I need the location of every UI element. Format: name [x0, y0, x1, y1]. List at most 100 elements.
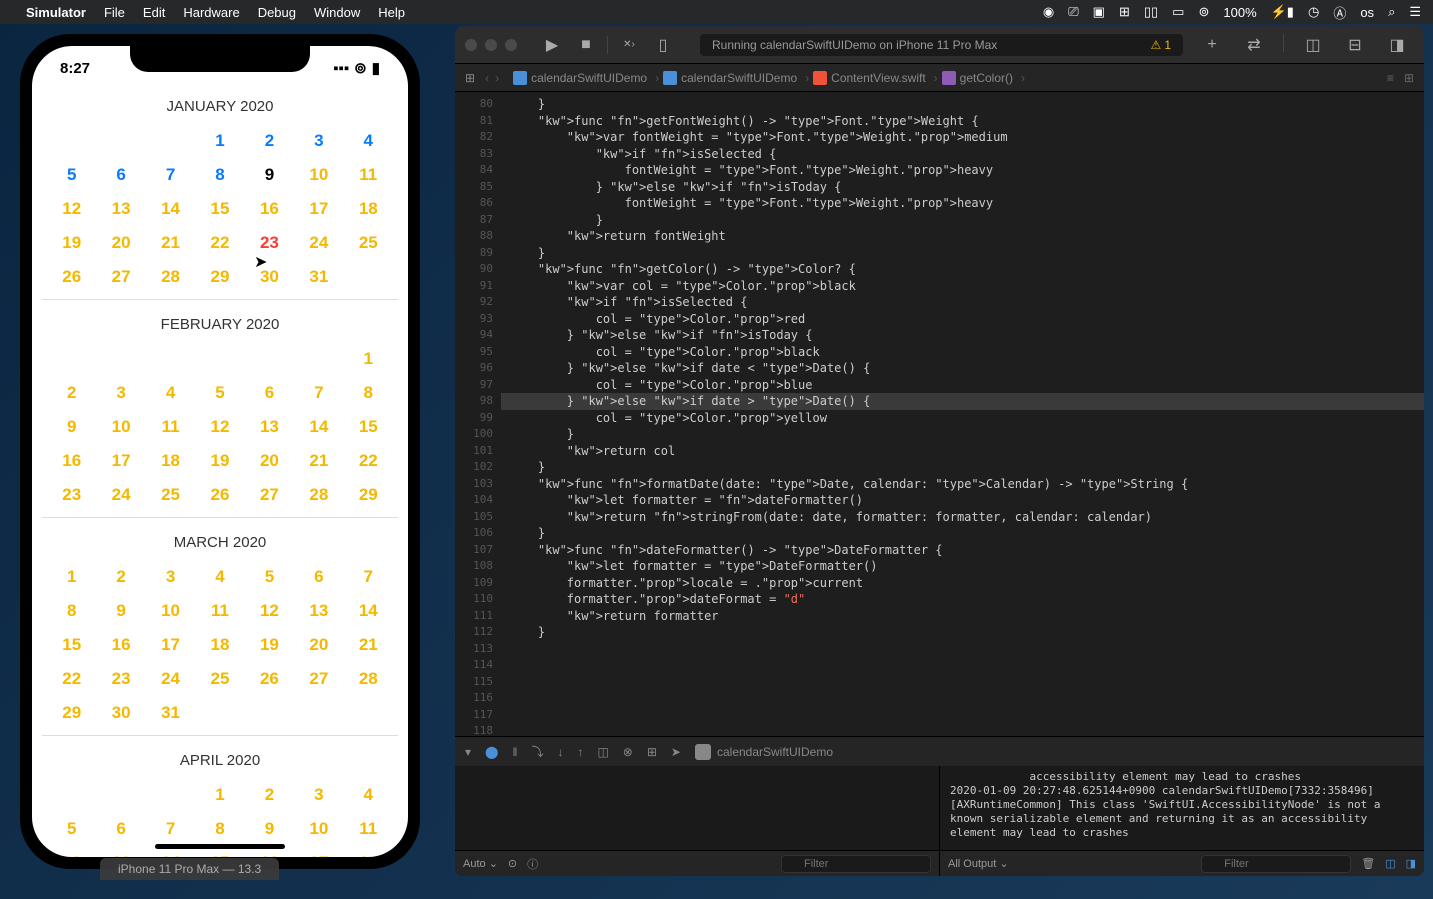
spotlight-icon[interactable]: ⌕: [1388, 4, 1395, 20]
day-cell[interactable]: 24: [97, 479, 144, 511]
day-cell[interactable]: 1: [196, 125, 243, 157]
related-items-icon[interactable]: ⊞: [465, 71, 475, 85]
airplay-icon[interactable]: ▭: [1172, 4, 1184, 20]
day-cell[interactable]: 22: [48, 663, 95, 695]
day-cell[interactable]: 20: [295, 629, 342, 661]
day-cell[interactable]: 12: [246, 595, 293, 627]
close-button[interactable]: [465, 39, 477, 51]
breakpoint-icon[interactable]: ⬤: [485, 745, 498, 759]
day-cell[interactable]: 19: [48, 227, 95, 259]
menu-hardware[interactable]: Hardware: [183, 5, 239, 20]
day-cell[interactable]: 5: [196, 377, 243, 409]
toggle-inspector-button[interactable]: ◨: [1383, 34, 1411, 56]
back-button[interactable]: ‹: [485, 71, 489, 85]
day-cell[interactable]: 8: [345, 377, 392, 409]
day-cell[interactable]: 12: [196, 411, 243, 443]
day-cell[interactable]: 2: [246, 779, 293, 811]
day-cell[interactable]: 3: [97, 377, 144, 409]
warning-indicator[interactable]: ⚠ 1: [1151, 38, 1171, 52]
library-button[interactable]: +: [1198, 34, 1226, 56]
day-cell[interactable]: 26: [246, 663, 293, 695]
status-icon-3[interactable]: ▯▯: [1144, 4, 1158, 20]
zoom-button[interactable]: [505, 39, 517, 51]
day-cell[interactable]: 2: [97, 561, 144, 593]
day-cell[interactable]: 5: [48, 813, 95, 845]
home-indicator[interactable]: [155, 844, 285, 849]
day-cell[interactable]: 7: [345, 561, 392, 593]
day-cell[interactable]: 28: [147, 261, 194, 293]
hide-debug-icon[interactable]: ▾: [465, 745, 471, 759]
day-cell[interactable]: 17: [97, 445, 144, 477]
toggle-navigator-button[interactable]: ◫: [1299, 34, 1327, 56]
day-cell[interactable]: 5: [246, 561, 293, 593]
jump-bar[interactable]: ⊞ ‹ › calendarSwiftUIDemo calendarSwiftU…: [455, 64, 1424, 92]
day-cell[interactable]: 10: [147, 595, 194, 627]
day-cell[interactable]: 2: [48, 377, 95, 409]
day-cell[interactable]: 27: [295, 663, 342, 695]
day-cell[interactable]: 23: [48, 479, 95, 511]
day-cell[interactable]: 3: [295, 779, 342, 811]
view-debug-icon[interactable]: ◫: [597, 745, 608, 759]
battery-percent[interactable]: 100%: [1223, 5, 1256, 20]
memory-graph-icon[interactable]: ⊗: [623, 745, 633, 759]
day-cell[interactable]: 31: [295, 261, 342, 293]
location-icon[interactable]: ➤: [671, 745, 681, 759]
day-cell[interactable]: 13: [295, 595, 342, 627]
day-cell[interactable]: 25: [345, 227, 392, 259]
wifi-icon[interactable]: ⊚: [1198, 4, 1209, 20]
day-cell[interactable]: 9: [246, 813, 293, 845]
clock-icon[interactable]: ◷: [1308, 4, 1319, 20]
day-cell[interactable]: 12: [48, 193, 95, 225]
day-cell[interactable]: 17: [295, 847, 342, 857]
day-cell[interactable]: 29: [196, 261, 243, 293]
day-cell[interactable]: 12: [48, 847, 95, 857]
day-cell[interactable]: 13: [97, 193, 144, 225]
toggle-right-panel-icon[interactable]: ◨: [1406, 857, 1416, 870]
variables-filter[interactable]: [781, 855, 931, 873]
day-cell[interactable]: 15: [48, 629, 95, 661]
day-cell[interactable]: 15: [345, 411, 392, 443]
day-cell[interactable]: 25: [196, 663, 243, 695]
day-cell[interactable]: 1: [345, 343, 392, 375]
day-cell[interactable]: 6: [295, 561, 342, 593]
day-cell[interactable]: 4: [147, 377, 194, 409]
day-cell[interactable]: 19: [246, 629, 293, 661]
day-cell[interactable]: 5: [48, 159, 95, 191]
day-cell[interactable]: 24: [147, 663, 194, 695]
crumb-method[interactable]: getColor(): [942, 71, 1025, 85]
day-cell[interactable]: 28: [345, 663, 392, 695]
day-cell[interactable]: 7: [147, 159, 194, 191]
day-cell[interactable]: 20: [97, 227, 144, 259]
run-button[interactable]: ▶: [538, 34, 566, 56]
day-cell[interactable]: 13: [97, 847, 144, 857]
scheme-selector[interactable]: ✕›: [615, 34, 643, 56]
day-cell[interactable]: 7: [147, 813, 194, 845]
day-cell[interactable]: 26: [48, 261, 95, 293]
day-cell[interactable]: 11: [345, 813, 392, 845]
menu-help[interactable]: Help: [378, 5, 405, 20]
day-cell[interactable]: 18: [345, 193, 392, 225]
day-cell[interactable]: 29: [48, 697, 95, 729]
day-cell[interactable]: 30: [246, 261, 293, 293]
day-cell[interactable]: 10: [295, 813, 342, 845]
environment-icon[interactable]: ⊞: [647, 745, 657, 759]
accessibility-icon[interactable]: Ⓐ: [1333, 3, 1346, 22]
code-editor[interactable]: 8081828384858687888990919293949596979899…: [455, 92, 1424, 736]
day-cell[interactable]: 9: [246, 159, 293, 191]
day-cell[interactable]: 26: [196, 479, 243, 511]
day-cell[interactable]: 3: [295, 125, 342, 157]
menu-debug[interactable]: Debug: [258, 5, 296, 20]
day-cell[interactable]: 14: [345, 595, 392, 627]
code-review-button[interactable]: ⇄: [1240, 34, 1268, 56]
day-cell[interactable]: 25: [147, 479, 194, 511]
day-cell[interactable]: 11: [345, 159, 392, 191]
day-cell[interactable]: 19: [196, 445, 243, 477]
day-cell[interactable]: 6: [97, 159, 144, 191]
activity-viewer[interactable]: Running calendarSwiftUIDemo on iPhone 11…: [700, 34, 1183, 56]
day-cell[interactable]: 8: [196, 159, 243, 191]
day-cell[interactable]: 7: [295, 377, 342, 409]
day-cell[interactable]: 18: [345, 847, 392, 857]
day-cell[interactable]: 10: [97, 411, 144, 443]
day-cell[interactable]: 21: [295, 445, 342, 477]
user-label[interactable]: os: [1360, 5, 1374, 20]
